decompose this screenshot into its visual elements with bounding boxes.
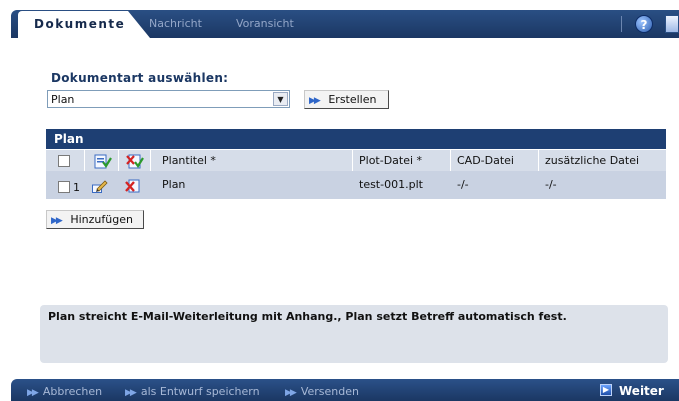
column-header-plantitel: Plantitel *: [162, 154, 216, 167]
column-divider: [352, 150, 353, 172]
row-zusatz-datei: -/-: [545, 178, 557, 191]
create-button[interactable]: ▶▶ Erstellen: [304, 90, 389, 109]
add-button-label: Hinzufügen: [70, 213, 133, 226]
plan-panel-title: Plan: [46, 129, 666, 149]
add-button[interactable]: ▶▶ Hinzufügen: [46, 210, 144, 229]
table-header-row: Plantitel * Plot-Datei * CAD-Datei zusät…: [46, 149, 666, 172]
tab-dokumente[interactable]: Dokumente: [18, 11, 150, 38]
delete-x-icon[interactable]: [125, 179, 141, 193]
tab-separator: [621, 16, 622, 32]
row-cad-datei: -/-: [457, 178, 469, 191]
row-plot-datei: test-001.plt: [359, 178, 423, 191]
send-label: Versenden: [300, 385, 359, 398]
double-chevron-right-icon: ▶▶: [125, 388, 137, 398]
tab-nachricht[interactable]: Nachricht: [149, 17, 202, 30]
row-checkbox[interactable]: [58, 181, 70, 193]
tab-dokumente-label: Dokumente: [34, 17, 126, 31]
info-box: Plan streicht E-Mail-Weiterleitung mit A…: [40, 305, 668, 363]
cancel-label: Abbrechen: [42, 385, 103, 398]
create-button-label: Erstellen: [328, 93, 377, 106]
doctype-select[interactable]: Plan ▼: [47, 90, 290, 108]
column-header-plot-datei: Plot-Datei *: [359, 154, 423, 167]
row-index: 1: [73, 181, 80, 194]
double-chevron-right-icon: ▶▶: [51, 216, 63, 226]
double-chevron-right-icon: ▶▶: [27, 388, 39, 398]
column-header-cad-datei: CAD-Datei: [457, 154, 514, 167]
info-text: Plan streicht E-Mail-Weiterleitung mit A…: [48, 310, 567, 323]
tab-voransicht[interactable]: Voransicht: [236, 17, 294, 30]
document-icon[interactable]: [665, 15, 679, 33]
column-header-zusatz-datei: zusätzliche Datei: [545, 154, 640, 167]
double-chevron-right-icon: ▶▶: [309, 96, 321, 106]
help-icon[interactable]: ?: [635, 15, 653, 33]
deselect-icon[interactable]: [126, 153, 144, 169]
column-divider: [538, 150, 539, 172]
doctype-select-value: Plan: [51, 93, 75, 106]
dropdown-arrow-icon[interactable]: ▼: [273, 92, 288, 106]
row-plantitel: Plan: [162, 178, 186, 191]
select-all-icon[interactable]: [94, 153, 112, 169]
tab-bar: Dokumente Nachricht Voransicht ?: [0, 0, 679, 40]
column-divider: [84, 150, 85, 172]
doctype-label: Dokumentart auswählen:: [51, 71, 229, 85]
save-draft-link[interactable]: ▶▶ als Entwurf speichern: [125, 385, 260, 398]
next-arrow-icon[interactable]: ▶: [600, 384, 612, 396]
plan-panel: Plan Plantitel * Plot-Datei * CAD-Datei …: [46, 129, 666, 199]
column-divider: [118, 150, 119, 172]
select-all-checkbox[interactable]: [58, 155, 70, 167]
double-chevron-right-icon: ▶▶: [285, 388, 297, 398]
next-button[interactable]: Weiter: [619, 384, 664, 398]
edit-pencil-icon[interactable]: [92, 179, 108, 193]
column-divider: [150, 150, 151, 172]
save-draft-label: als Entwurf speichern: [140, 385, 260, 398]
send-link[interactable]: ▶▶ Versenden: [285, 385, 359, 398]
cancel-link[interactable]: ▶▶ Abbrechen: [27, 385, 102, 398]
column-divider: [450, 150, 451, 172]
footer-bar: ▶▶ Abbrechen ▶▶ als Entwurf speichern ▶▶ Ve…: [11, 379, 679, 401]
table-row: 1 Plan test-001.plt -/- -/-: [46, 171, 666, 199]
